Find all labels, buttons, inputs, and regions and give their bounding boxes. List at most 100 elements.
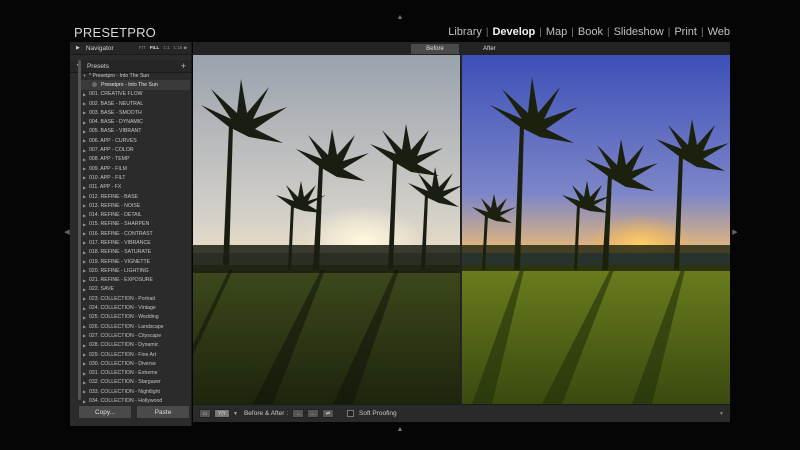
folder-collapsed-icon[interactable]: ▶ bbox=[80, 222, 89, 227]
preset-folder[interactable]: ▶ 021. REFINE - EXPOSURE bbox=[80, 276, 190, 285]
folder-collapsed-icon[interactable]: ▶ bbox=[80, 185, 89, 190]
folder-expanded-icon[interactable]: ▼ bbox=[80, 73, 89, 78]
preset-folder-open[interactable]: ▼ * Presetpro - Into The Sun bbox=[80, 71, 190, 80]
preset-folder[interactable]: ▶ 016. REFINE - CONTRAST bbox=[80, 229, 190, 238]
folder-collapsed-icon[interactable]: ▶ bbox=[80, 213, 89, 218]
preset-folder[interactable]: ▶ 012. REFINE - BASE bbox=[80, 192, 190, 201]
copy-button[interactable]: Copy... bbox=[78, 405, 132, 419]
after-photo[interactable] bbox=[462, 55, 730, 404]
toolbar-options-icon[interactable]: ▼ bbox=[719, 411, 724, 417]
preset-folder[interactable]: ▶ 029. COLLECTION - Fine Art bbox=[80, 350, 190, 359]
folder-collapsed-icon[interactable]: ▶ bbox=[80, 278, 89, 283]
folder-collapsed-icon[interactable]: ▶ bbox=[80, 110, 89, 115]
preset-folder[interactable]: ▶ 008. APP - TEMP bbox=[80, 155, 190, 164]
bottom-panel-toggle-icon[interactable]: ▲ bbox=[396, 426, 404, 434]
preset-folder[interactable]: ▶ 027. COLLECTION - Cityscape bbox=[80, 331, 190, 340]
preset-folder[interactable]: ▶ 025. COLLECTION - Wedding bbox=[80, 313, 190, 322]
navigator-zoom-option[interactable]: 1:16 ◆ bbox=[174, 45, 187, 51]
loupe-view-icon[interactable]: ▭ bbox=[199, 409, 211, 418]
folder-collapsed-icon[interactable]: ▶ bbox=[80, 343, 89, 348]
view-mode-dropdown-icon[interactable]: ▼ bbox=[233, 411, 238, 417]
preset-folder[interactable]: ▶ 001. CREATIVE FLOW bbox=[80, 90, 190, 99]
module-web[interactable]: Web bbox=[704, 26, 734, 38]
preset-folder[interactable]: ▶ 023. COLLECTION - Portrait bbox=[80, 294, 190, 303]
preset-folder[interactable]: ▶ 004. BASE - DYNAMIC bbox=[80, 117, 190, 126]
preset-folder[interactable]: ▶ 011. APP - FX bbox=[80, 183, 190, 192]
folder-collapsed-icon[interactable]: ▶ bbox=[80, 352, 89, 357]
navigator-zoom-option[interactable]: 1:1 bbox=[163, 45, 169, 51]
folder-collapsed-icon[interactable]: ▶ bbox=[80, 371, 89, 376]
module-develop[interactable]: Develop bbox=[488, 26, 539, 38]
top-panel-toggle-icon[interactable]: ▲ bbox=[396, 14, 404, 22]
folder-collapsed-icon[interactable]: ▶ bbox=[80, 315, 89, 320]
folder-collapsed-icon[interactable]: ▶ bbox=[80, 399, 89, 404]
preset-folder[interactable]: ▶ 022. SAVE bbox=[80, 285, 190, 294]
folder-collapsed-icon[interactable]: ▶ bbox=[80, 157, 89, 162]
folder-collapsed-icon[interactable]: ▶ bbox=[80, 231, 89, 236]
preset-folder[interactable]: ▶ 009. APP - FILM bbox=[80, 164, 190, 173]
folder-collapsed-icon[interactable]: ▶ bbox=[80, 250, 89, 255]
preset-folder[interactable]: ▶ 031. COLLECTION - Extreme bbox=[80, 369, 190, 378]
copy-after-to-before-icon[interactable]: ← bbox=[307, 409, 320, 418]
preset-folder[interactable]: ▶ 014. REFINE - DETAIL bbox=[80, 210, 190, 219]
folder-collapsed-icon[interactable]: ▶ bbox=[80, 175, 89, 180]
folder-collapsed-icon[interactable]: ▶ bbox=[80, 203, 89, 208]
preset-folder[interactable]: ▶ 005. BASE - VIBRANT bbox=[80, 127, 190, 136]
preset-folder[interactable]: ▶ 019. REFINE - VIGNETTE bbox=[80, 257, 190, 266]
folder-collapsed-icon[interactable]: ▶ bbox=[80, 129, 89, 134]
preset-folder[interactable]: ▶ 010. APP - FILT bbox=[80, 173, 190, 182]
folder-collapsed-icon[interactable]: ▶ bbox=[80, 380, 89, 385]
folder-collapsed-icon[interactable]: ▶ bbox=[80, 268, 89, 273]
preset-folder[interactable]: ▶ 032. COLLECTION - Stargazer bbox=[80, 378, 190, 387]
folder-collapsed-icon[interactable]: ▶ bbox=[80, 240, 89, 245]
paste-button[interactable]: Paste bbox=[136, 405, 190, 419]
preset-scrollbar[interactable] bbox=[78, 60, 81, 400]
swap-before-after-icon[interactable]: ⇄ bbox=[322, 409, 335, 418]
folder-collapsed-icon[interactable]: ▶ bbox=[80, 389, 89, 394]
folder-collapsed-icon[interactable]: ▶ bbox=[80, 306, 89, 311]
preset-folder[interactable]: ▶ 007. APP - COLOR bbox=[80, 145, 190, 154]
module-map[interactable]: Map bbox=[542, 26, 571, 38]
folder-collapsed-icon[interactable]: ▶ bbox=[80, 101, 89, 106]
preset-folder[interactable]: ▶ 017. REFINE - VIBRANCE bbox=[80, 238, 190, 247]
folder-collapsed-icon[interactable]: ▶ bbox=[80, 361, 89, 366]
preset-folder[interactable]: ▶ 018. REFINE - SATURATE bbox=[80, 248, 190, 257]
preset-folder[interactable]: ▶ 015. REFINE - SHARPEN bbox=[80, 220, 190, 229]
module-print[interactable]: Print bbox=[670, 26, 701, 38]
add-preset-icon[interactable]: + bbox=[181, 61, 186, 71]
module-library[interactable]: Library bbox=[444, 26, 486, 38]
navigator-zoom-option[interactable]: FILL bbox=[150, 45, 160, 51]
folder-collapsed-icon[interactable]: ▶ bbox=[80, 120, 89, 125]
preset-folder[interactable]: ▶ 006. APP - CURVES bbox=[80, 136, 190, 145]
preset-item-selected[interactable]: Presetpro - Into The Sun bbox=[80, 80, 190, 90]
folder-collapsed-icon[interactable]: ▶ bbox=[80, 194, 89, 199]
preset-folder[interactable]: ▶ 020. REFINE - LIGHTING bbox=[80, 266, 190, 275]
folder-collapsed-icon[interactable]: ▶ bbox=[80, 138, 89, 143]
module-slideshow[interactable]: Slideshow bbox=[610, 26, 668, 38]
preset-folder[interactable]: ▶ 030. COLLECTION - Diverse bbox=[80, 359, 190, 368]
folder-collapsed-icon[interactable]: ▶ bbox=[80, 148, 89, 153]
folder-collapsed-icon[interactable]: ▶ bbox=[80, 92, 89, 97]
before-after-view-button[interactable]: Y|Y bbox=[214, 409, 230, 418]
preset-folder[interactable]: ▶ 002. BASE - NEUTRAL bbox=[80, 99, 190, 108]
module-book[interactable]: Book bbox=[574, 26, 607, 38]
navigator-header[interactable]: ▶ Navigator FIT FILL 1:1 1:16 ◆ bbox=[70, 42, 191, 55]
folder-collapsed-icon[interactable]: ▶ bbox=[80, 324, 89, 329]
folder-collapsed-icon[interactable]: ▶ bbox=[80, 259, 89, 264]
folder-collapsed-icon[interactable]: ▶ bbox=[80, 333, 89, 338]
folder-collapsed-icon[interactable]: ▶ bbox=[80, 296, 89, 301]
right-panel-toggle-icon[interactable]: ▶ bbox=[731, 228, 739, 238]
preset-folder[interactable]: ▶ 028. COLLECTION - Dynamic bbox=[80, 341, 190, 350]
copy-before-to-after-icon[interactable]: → bbox=[292, 409, 305, 418]
preset-folder[interactable]: ▶ 026. COLLECTION - Landscape bbox=[80, 322, 190, 331]
preset-folder[interactable]: ▶ 003. BASE - SMOOTH bbox=[80, 108, 190, 117]
before-photo[interactable] bbox=[193, 55, 460, 404]
navigator-zoom-option[interactable]: FIT bbox=[139, 45, 146, 51]
preset-folder[interactable]: ▶ 013. REFINE - NOISE bbox=[80, 201, 190, 210]
folder-collapsed-icon[interactable]: ▶ bbox=[80, 166, 89, 171]
soft-proofing-checkbox[interactable] bbox=[347, 410, 355, 417]
image-view: Before After bbox=[193, 42, 730, 404]
preset-folder[interactable]: ▶ 024. COLLECTION - Vintage bbox=[80, 303, 190, 312]
folder-collapsed-icon[interactable]: ▶ bbox=[80, 287, 89, 292]
preset-folder[interactable]: ▶ 033. COLLECTION - Nightlight bbox=[80, 387, 190, 396]
